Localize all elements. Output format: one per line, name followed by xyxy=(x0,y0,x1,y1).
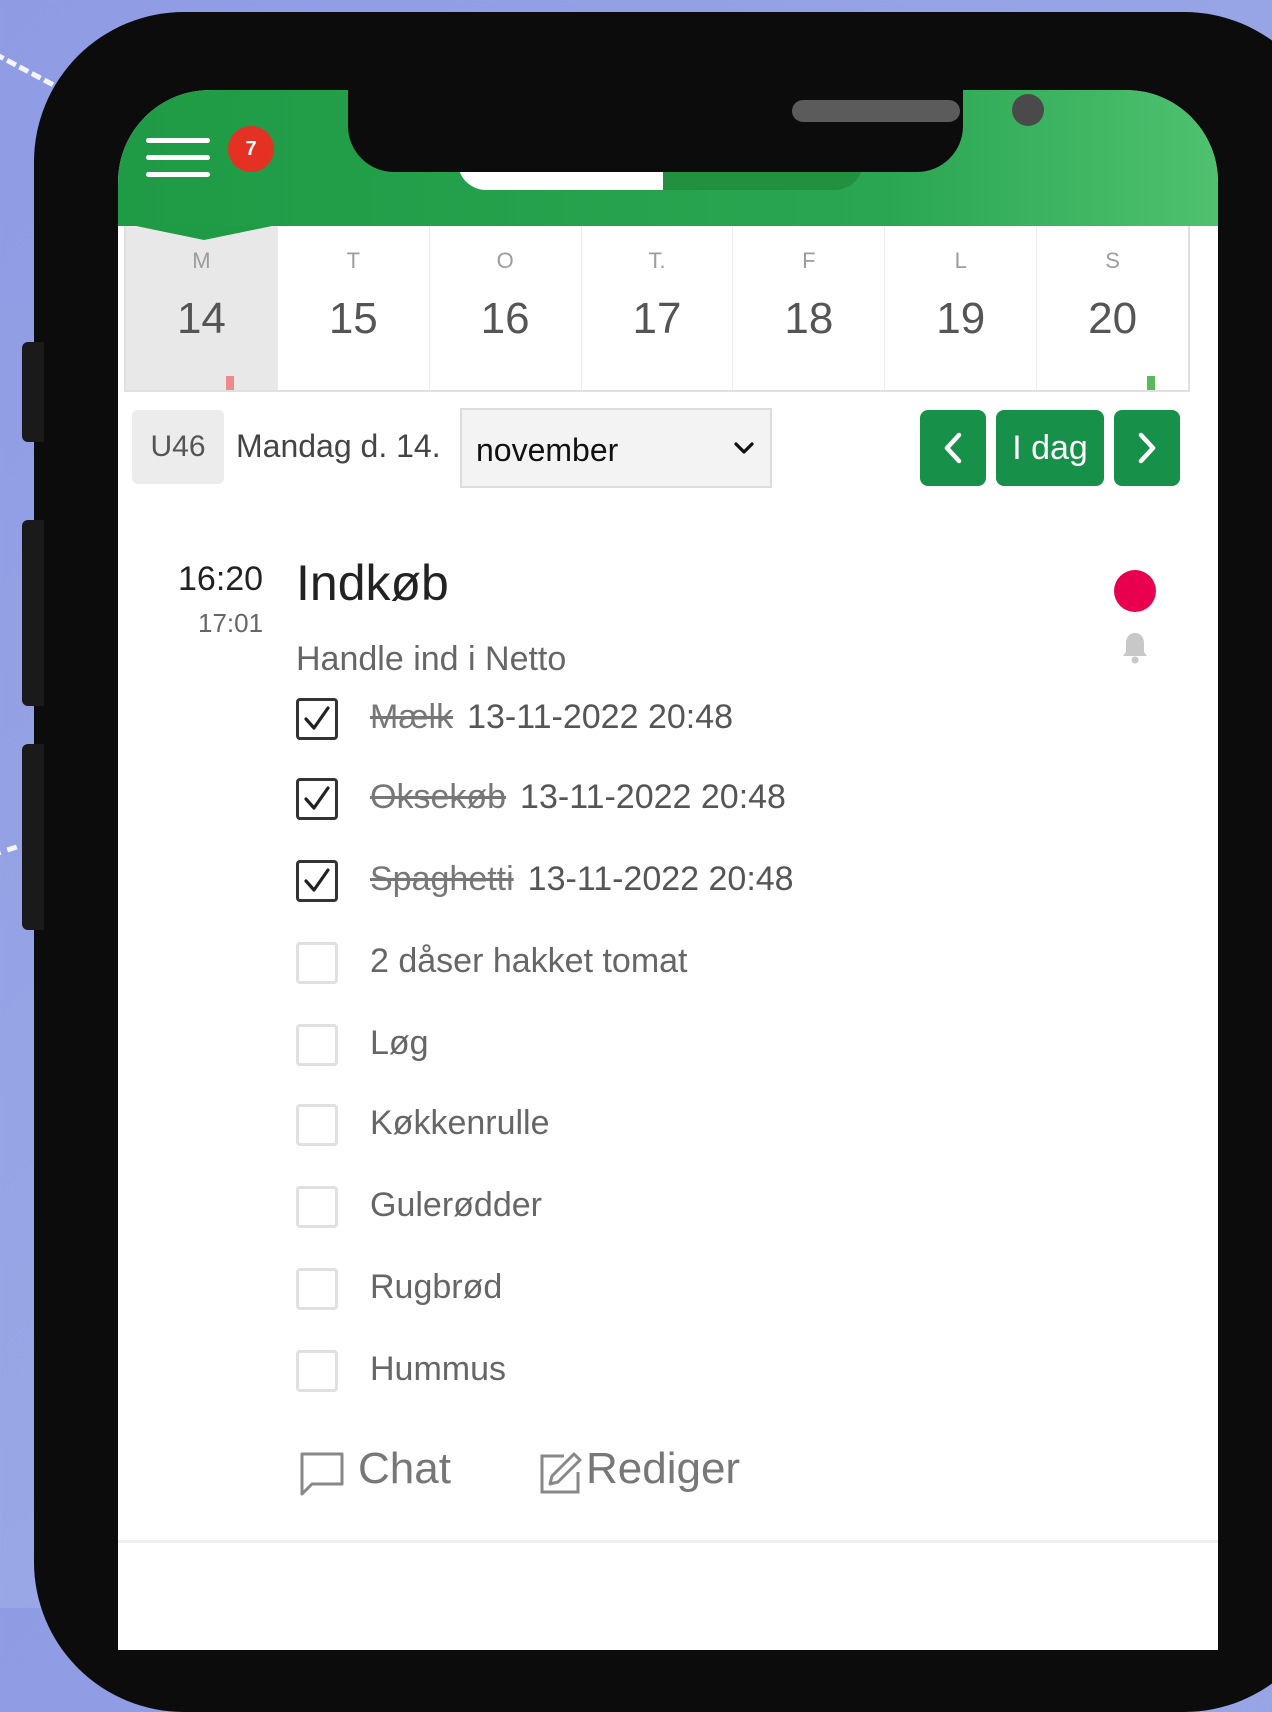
day-letter: T. xyxy=(648,248,666,273)
day-letter: L xyxy=(954,248,967,273)
day-monday[interactable]: M 14 xyxy=(126,226,278,390)
date-label: Mandag d. 14. xyxy=(236,428,441,464)
day-friday[interactable]: F 18 xyxy=(733,226,886,390)
event-start-time: 16:20 xyxy=(178,560,264,598)
day-letter: O xyxy=(496,248,514,273)
checkbox-unchecked[interactable] xyxy=(296,1024,338,1066)
checklist-item-label: Køkkenrulle xyxy=(370,1104,550,1142)
checkbox-checked[interactable] xyxy=(296,860,338,902)
event-title[interactable]: Indkøb xyxy=(296,554,449,612)
edit-button[interactable]: Rediger xyxy=(536,1442,776,1502)
event-status-dot xyxy=(1114,570,1156,612)
chevron-down-icon xyxy=(734,442,754,454)
chevron-left-icon xyxy=(944,432,962,464)
checkbox-unchecked[interactable] xyxy=(296,942,338,984)
checkbox-unchecked[interactable] xyxy=(296,1350,338,1392)
app-screen: 7 M 14 T 15 O 16 T. 17 F 18 L 19 S 20 U4… xyxy=(118,90,1218,1650)
day-number: 18 xyxy=(784,294,834,343)
week-number-label: U46 xyxy=(132,410,224,484)
day-saturday[interactable]: L 19 xyxy=(885,226,1038,390)
checkmark-icon xyxy=(304,868,330,892)
checkbox-unchecked[interactable] xyxy=(296,1268,338,1310)
item-completed-timestamp: 13-11-2022 20:48 xyxy=(527,860,794,898)
day-letter: F xyxy=(802,248,816,273)
item-completed-timestamp: 13-11-2022 20:48 xyxy=(467,698,734,736)
checklist-item-label: 2 dåser hakket tomat xyxy=(370,942,688,980)
chevron-right-icon xyxy=(1138,432,1156,464)
notification-badge[interactable]: 7 xyxy=(228,126,274,172)
month-select-value: november xyxy=(476,432,619,468)
event-marker xyxy=(1147,376,1156,390)
checklist-item-label: Oksekøb 13-11-2022 20:48 xyxy=(370,778,786,817)
checkbox-unchecked[interactable] xyxy=(296,1104,338,1146)
phone-volume-down xyxy=(22,744,44,930)
day-letter: S xyxy=(1105,248,1120,273)
checklist-item-label: Mælk 13-11-2022 20:48 xyxy=(370,698,733,737)
phone-notch xyxy=(348,90,1044,172)
checkbox-unchecked[interactable] xyxy=(296,1186,338,1228)
checklist-item-label: Rugbrød xyxy=(370,1268,503,1306)
item-name: Oksekøb xyxy=(370,778,507,816)
day-number: 20 xyxy=(1088,294,1138,343)
day-sunday[interactable]: S 20 xyxy=(1037,226,1188,390)
checkbox-checked[interactable] xyxy=(296,778,338,820)
item-name: Spaghetti xyxy=(370,860,514,898)
event-end-time: 17:01 xyxy=(198,608,264,638)
day-tuesday[interactable]: T 15 xyxy=(278,226,430,390)
edit-button-label: Rediger xyxy=(586,1444,741,1493)
event-actions: Chat Rediger xyxy=(296,1442,896,1502)
day-letter: T xyxy=(346,248,361,273)
today-button[interactable]: I dag xyxy=(996,410,1104,486)
checklist-item-label: Spaghetti 13-11-2022 20:48 xyxy=(370,860,794,899)
bell-icon[interactable] xyxy=(1120,630,1150,664)
pencil-edit-icon xyxy=(540,1452,582,1494)
next-day-button[interactable] xyxy=(1114,410,1180,486)
chat-bubble-icon xyxy=(300,1452,344,1496)
selected-day-pointer xyxy=(136,226,272,240)
date-toolbar: U46 Mandag d. 14. november I dag xyxy=(118,408,1218,492)
day-thursday[interactable]: T. 17 xyxy=(582,226,734,390)
month-select[interactable]: november xyxy=(460,408,772,488)
day-wednesday[interactable]: O 16 xyxy=(430,226,582,390)
day-number: 16 xyxy=(480,294,530,343)
phone-camera xyxy=(1012,94,1044,126)
item-completed-timestamp: 13-11-2022 20:48 xyxy=(520,778,786,816)
item-name: Mælk xyxy=(370,698,454,736)
day-number: 17 xyxy=(632,294,682,343)
phone-volume-up xyxy=(22,520,44,706)
checklist-item-label: Løg xyxy=(370,1024,429,1062)
checklist-item-label: Gulerødder xyxy=(370,1186,542,1224)
phone-mute-switch xyxy=(22,342,44,442)
divider xyxy=(118,1540,1218,1543)
hamburger-menu-icon[interactable] xyxy=(146,138,210,182)
day-number: 14 xyxy=(176,294,226,343)
week-strip: M 14 T 15 O 16 T. 17 F 18 L 19 S 20 xyxy=(124,226,1190,392)
previous-day-button[interactable] xyxy=(920,410,986,486)
checklist-item-label: Hummus xyxy=(370,1350,507,1388)
day-letter: M xyxy=(192,248,211,273)
checkmark-icon xyxy=(304,786,330,810)
checkmark-icon xyxy=(304,706,330,730)
chat-button[interactable]: Chat xyxy=(298,1442,468,1502)
event-description: Handle ind i Netto xyxy=(296,640,567,678)
checkbox-checked[interactable] xyxy=(296,698,338,740)
chat-button-label: Chat xyxy=(358,1444,451,1493)
phone-speaker xyxy=(792,100,960,122)
day-number: 19 xyxy=(936,294,986,343)
event-marker xyxy=(226,376,234,390)
day-number: 15 xyxy=(328,294,378,343)
